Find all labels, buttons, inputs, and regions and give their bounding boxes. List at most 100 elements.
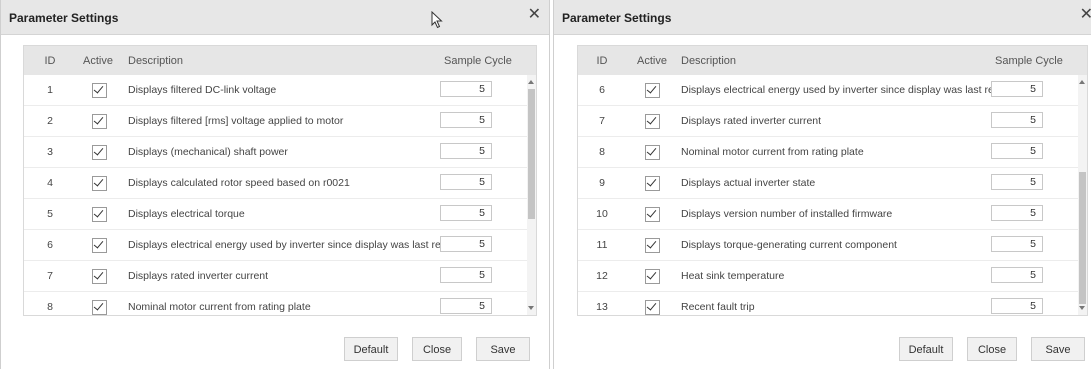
active-checkbox[interactable] [92, 176, 107, 191]
scrollbar-thumb[interactable] [528, 89, 535, 219]
row-description: Nominal motor current from rating plate [681, 146, 864, 158]
sample-cycle-input[interactable]: 5 [440, 298, 492, 314]
save-button[interactable]: Save [476, 337, 530, 361]
row-description: Displays electrical energy used by inver… [128, 239, 455, 251]
close-button[interactable]: Close [412, 337, 462, 361]
row-id: 2 [47, 115, 53, 127]
scroll-up-arrow-icon[interactable] [528, 80, 534, 84]
sample-cycle-input[interactable]: 5 [440, 81, 492, 97]
column-header-sample-cycle: Sample Cycle [444, 55, 512, 67]
parameter-table: ID Active Description Sample Cycle 6 Dis… [577, 45, 1088, 316]
scrollbar-thumb[interactable] [1079, 172, 1086, 304]
dialog-title: Parameter Settings [562, 11, 672, 25]
active-checkbox[interactable] [92, 238, 107, 253]
active-checkbox[interactable] [92, 207, 107, 222]
row-description: Displays rated inverter current [681, 115, 822, 127]
table-row: 4 Displays calculated rotor speed based … [24, 168, 536, 199]
sample-cycle-input[interactable]: 5 [991, 174, 1043, 190]
table-row: 10 Displays version number of installed … [578, 199, 1087, 230]
row-id: 8 [47, 301, 53, 313]
vertical-scrollbar[interactable] [1078, 75, 1087, 315]
default-button[interactable]: Default [344, 337, 398, 361]
sample-cycle-input[interactable]: 5 [440, 236, 492, 252]
row-id: 9 [599, 177, 605, 189]
active-checkbox[interactable] [645, 300, 660, 315]
table-header: ID Active Description Sample Cycle [578, 46, 1087, 75]
active-checkbox[interactable] [92, 269, 107, 284]
active-checkbox[interactable] [92, 300, 107, 315]
column-header-id: ID [596, 55, 608, 67]
close-icon[interactable]: ✕ [1080, 7, 1091, 23]
sample-cycle-input[interactable]: 5 [991, 112, 1043, 128]
table-row: 1 Displays filtered DC-link voltage 5 [24, 75, 536, 106]
active-checkbox[interactable] [645, 207, 660, 222]
row-description: Displays filtered [rms] voltage applied … [128, 115, 344, 127]
table-row: 7 Displays rated inverter current 5 [578, 106, 1087, 137]
scroll-up-arrow-icon[interactable] [1079, 80, 1085, 84]
table-row: 5 Displays electrical torque 5 [24, 199, 536, 230]
row-id: 3 [47, 146, 53, 158]
table-row: 11 Displays torque-generating current co… [578, 230, 1087, 261]
row-description: Displays (mechanical) shaft power [128, 146, 288, 158]
column-header-sample-cycle: Sample Cycle [995, 55, 1063, 67]
default-button[interactable]: Default [899, 337, 953, 361]
scroll-down-arrow-icon[interactable] [528, 306, 534, 310]
row-id: 7 [599, 115, 605, 127]
row-description: Heat sink temperature [681, 270, 785, 282]
active-checkbox[interactable] [645, 238, 660, 253]
parameter-settings-dialog-left: Parameter Settings ✕ ID Active Descripti… [0, 0, 550, 369]
table-row: 8 Nominal motor current from rating plat… [578, 137, 1087, 168]
row-description: Displays electrical energy used by inver… [681, 84, 1008, 96]
active-checkbox[interactable] [645, 176, 660, 191]
scroll-down-arrow-icon[interactable] [1079, 306, 1085, 310]
table-row: 9 Displays actual inverter state 5 [578, 168, 1087, 199]
row-id: 10 [596, 208, 608, 220]
active-checkbox[interactable] [92, 145, 107, 160]
column-header-id: ID [44, 55, 56, 67]
sample-cycle-input[interactable]: 5 [440, 112, 492, 128]
active-checkbox[interactable] [645, 269, 660, 284]
sample-cycle-input[interactable]: 5 [991, 143, 1043, 159]
sample-cycle-input[interactable]: 5 [991, 205, 1043, 221]
table-row: 6 Displays electrical energy used by inv… [578, 75, 1087, 106]
sample-cycle-input[interactable]: 5 [991, 267, 1043, 283]
vertical-scrollbar[interactable] [527, 75, 536, 315]
active-checkbox[interactable] [92, 114, 107, 129]
close-button[interactable]: Close [967, 337, 1017, 361]
row-description: Displays actual inverter state [681, 177, 816, 189]
sample-cycle-input[interactable]: 5 [440, 205, 492, 221]
row-description: Displays filtered DC-link voltage [128, 84, 277, 96]
row-id: 11 [596, 239, 608, 251]
row-description: Displays torque-generating current compo… [681, 239, 897, 251]
sample-cycle-input[interactable]: 5 [440, 267, 492, 283]
column-header-description: Description [128, 55, 184, 67]
table-body: 6 Displays electrical energy used by inv… [578, 75, 1087, 315]
active-checkbox[interactable] [645, 114, 660, 129]
row-id: 6 [599, 84, 605, 96]
row-description: Displays electrical torque [128, 208, 245, 220]
row-id: 4 [47, 177, 53, 189]
row-id: 5 [47, 208, 53, 220]
dialog-title: Parameter Settings [9, 11, 119, 25]
active-checkbox[interactable] [645, 83, 660, 98]
row-id: 1 [47, 84, 53, 96]
close-icon[interactable]: ✕ [528, 7, 541, 23]
parameter-table: ID Active Description Sample Cycle 1 Dis… [23, 45, 537, 316]
active-checkbox[interactable] [92, 83, 107, 98]
table-row: 3 Displays (mechanical) shaft power 5 [24, 137, 536, 168]
sample-cycle-input[interactable]: 5 [991, 236, 1043, 252]
sample-cycle-input[interactable]: 5 [991, 81, 1043, 97]
sample-cycle-input[interactable]: 5 [440, 143, 492, 159]
save-button[interactable]: Save [1031, 337, 1085, 361]
row-id: 6 [47, 239, 53, 251]
sample-cycle-input[interactable]: 5 [991, 298, 1043, 314]
row-description: Recent fault trip [681, 301, 755, 313]
active-checkbox[interactable] [645, 145, 660, 160]
row-id: 12 [596, 270, 608, 282]
sample-cycle-input[interactable]: 5 [440, 174, 492, 190]
column-header-description: Description [681, 55, 737, 67]
table-row: 7 Displays rated inverter current 5 [24, 261, 536, 292]
table-header: ID Active Description Sample Cycle [24, 46, 536, 75]
table-row: 2 Displays filtered [rms] voltage applie… [24, 106, 536, 137]
row-description: Displays calculated rotor speed based on… [128, 177, 350, 189]
